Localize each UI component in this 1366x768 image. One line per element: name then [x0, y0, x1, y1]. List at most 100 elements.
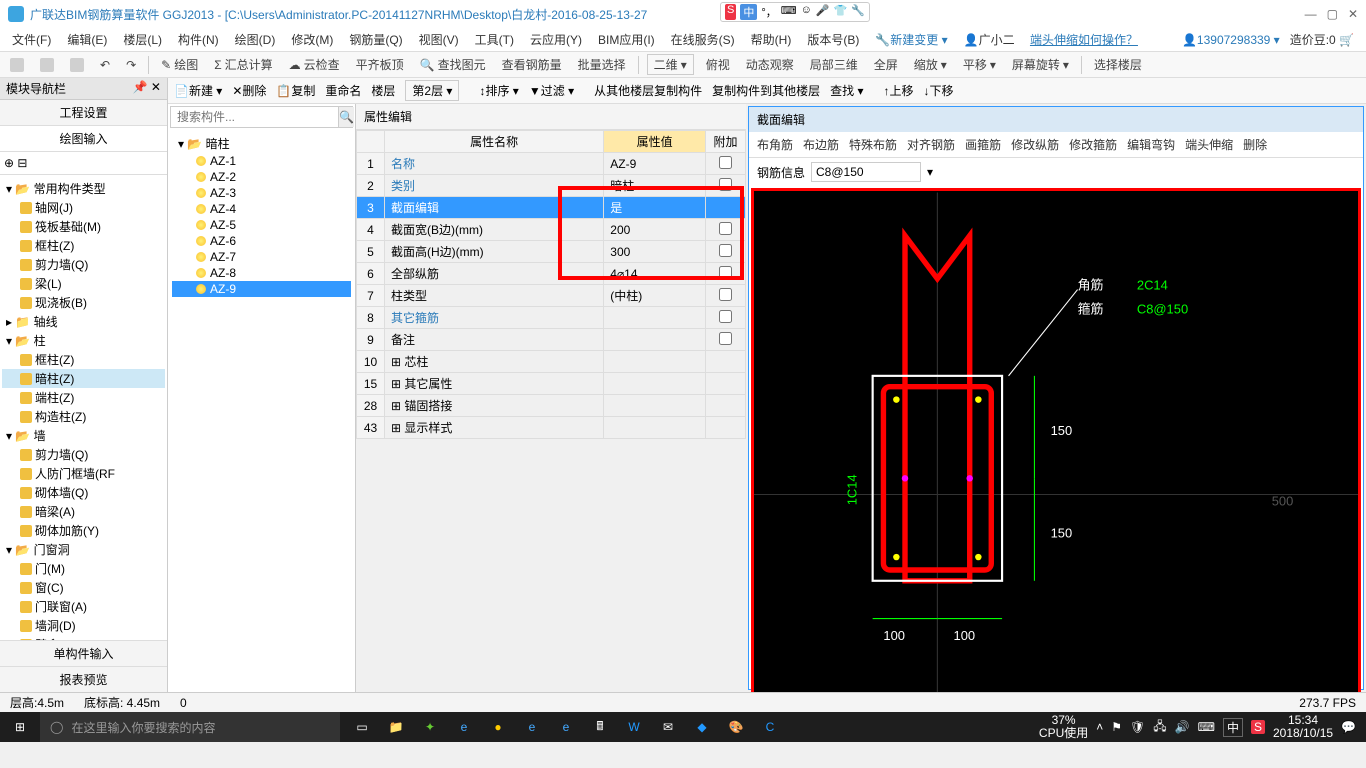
nav-tab-draw[interactable]: 绘图输入 — [0, 126, 167, 152]
section-tab[interactable]: 修改纵筋 — [1011, 136, 1059, 153]
save-button[interactable] — [66, 57, 88, 73]
app-360-icon[interactable]: ✦ — [414, 712, 446, 742]
tray-sogou-icon[interactable]: S — [1251, 720, 1265, 734]
nav-node[interactable]: 剪力墙(Q) — [2, 445, 165, 464]
tray-ime[interactable]: 中 — [1223, 718, 1243, 737]
nav-node[interactable]: 窗(C) — [2, 578, 165, 597]
copy-comp-button[interactable]: 📋复制 — [276, 82, 315, 99]
prop-row[interactable]: 4截面宽(B边)(mm)200 — [357, 219, 746, 241]
comp-item[interactable]: AZ-2 — [172, 169, 351, 185]
app-edge-icon[interactable]: e — [448, 712, 480, 742]
minimize-button[interactable]: — — [1305, 7, 1317, 21]
ime-emoji-icon[interactable]: ☺ — [801, 4, 812, 20]
comp-item[interactable]: AZ-6 — [172, 233, 351, 249]
prop-checkbox[interactable] — [719, 332, 732, 345]
maximize-button[interactable]: ▢ — [1327, 7, 1338, 21]
nav-tab-single[interactable]: 单构件输入 — [0, 640, 167, 666]
app-ie-icon[interactable]: e — [550, 712, 582, 742]
sum-button[interactable]: Σ 汇总计算 — [210, 55, 276, 74]
app-edge2-icon[interactable]: e — [516, 712, 548, 742]
prop-checkbox[interactable] — [719, 288, 732, 301]
prop-row[interactable]: 7柱类型(中柱) — [357, 285, 746, 307]
prop-row[interactable]: 6全部纵筋4⌀14 — [357, 263, 746, 285]
nav-node[interactable]: 构造柱(Z) — [2, 407, 165, 426]
menu-bim[interactable]: BIM应用(I) — [592, 29, 661, 50]
nav-tree[interactable]: ▾ 📂 常用构件类型 轴网(J) 筏板基础(M) 框柱(Z) 剪力墙(Q) 梁(… — [0, 175, 167, 640]
top-view-button[interactable]: 俯视 — [702, 55, 734, 74]
nav-node[interactable]: 轴网(J) — [2, 198, 165, 217]
nav-node[interactable]: ▾ 📂 墙 — [2, 426, 165, 445]
app-mail-icon[interactable]: ✉ — [652, 712, 684, 742]
section-tab[interactable]: 修改箍筋 — [1069, 136, 1117, 153]
menu-rebar[interactable]: 钢筋量(Q) — [343, 29, 408, 50]
prop-row[interactable]: 10⊞ 芯柱 — [357, 351, 746, 373]
2d-dropdown[interactable]: 二维 ▾ — [647, 54, 694, 75]
section-tab[interactable]: 画箍筋 — [965, 136, 1001, 153]
comp-item[interactable]: AZ-9 — [172, 281, 351, 297]
nav-node[interactable]: 墙洞(D) — [2, 616, 165, 635]
ime-skin-icon[interactable]: 👕 — [834, 4, 848, 20]
section-tab[interactable]: 端头伸缩 — [1185, 136, 1233, 153]
nav-pin-icon[interactable]: 📌 ✕ — [133, 80, 161, 97]
rename-comp-button[interactable]: 重命名 — [325, 82, 361, 99]
clock[interactable]: 15:34 2018/10/15 — [1273, 714, 1333, 740]
notifications-icon[interactable]: 💬 — [1341, 720, 1356, 734]
prop-row[interactable]: 28⊞ 锚固搭接 — [357, 395, 746, 417]
section-tab[interactable]: 对齐钢筋 — [907, 136, 955, 153]
batch-select-button[interactable]: 批量选择 — [574, 55, 630, 74]
section-tab[interactable]: 布边筋 — [803, 136, 839, 153]
menu-tools[interactable]: 工具(T) — [469, 29, 520, 50]
app-c-icon[interactable]: C — [754, 712, 786, 742]
nav-node[interactable]: ▸ 📁 轴线 — [2, 312, 165, 331]
new-file-button[interactable] — [6, 57, 28, 73]
prop-checkbox[interactable] — [719, 178, 732, 191]
account-label[interactable]: 👤13907298339 ▾ — [1182, 33, 1280, 47]
menu-component[interactable]: 构件(N) — [172, 29, 225, 50]
search-input[interactable] — [171, 107, 338, 127]
nav-node[interactable]: 框柱(Z) — [2, 236, 165, 255]
tray-vol-icon[interactable]: 🔊 — [1175, 720, 1190, 734]
nav-node[interactable]: 筏板基础(M) — [2, 217, 165, 236]
nav-tab-report[interactable]: 报表预览 — [0, 666, 167, 692]
assistant-button[interactable]: 👤广小二 — [958, 29, 1021, 50]
floor-dropdown[interactable]: 第2层 ▾ — [405, 80, 459, 101]
nav-node[interactable]: ▾ 📂 柱 — [2, 331, 165, 350]
comp-item[interactable]: AZ-4 — [172, 201, 351, 217]
new-comp-button[interactable]: 📄新建 ▾ — [174, 82, 222, 99]
nav-node[interactable]: 暗柱(Z) — [2, 369, 165, 388]
comp-item[interactable]: AZ-1 — [172, 153, 351, 169]
local-3d-button[interactable]: 局部三维 — [806, 55, 862, 74]
search-button[interactable]: 🔍 — [338, 107, 354, 127]
sort-button[interactable]: ↕排序 ▾ — [479, 82, 518, 99]
menu-modify[interactable]: 修改(M) — [285, 29, 339, 50]
filter-button[interactable]: ▼过滤 ▾ — [529, 82, 574, 99]
tray-flag-icon[interactable]: ⚑ — [1111, 720, 1122, 734]
section-canvas[interactable]: 500 150 150 — [751, 188, 1361, 692]
select-floor-button[interactable]: 选择楼层 — [1090, 55, 1146, 74]
app-calc-icon[interactable]: 🖩 — [584, 712, 616, 742]
prop-row[interactable]: 43⊞ 显示样式 — [357, 417, 746, 439]
nav-node[interactable]: 剪力墙(Q) — [2, 255, 165, 274]
new-change-button[interactable]: 🔧新建变更 ▾ — [869, 29, 953, 50]
align-top-button[interactable]: 平齐板顶 — [352, 55, 408, 74]
app-word-icon[interactable]: W — [618, 712, 650, 742]
nav-node[interactable]: 砌体墙(Q) — [2, 483, 165, 502]
copy-from-floor-button[interactable]: 从其他楼层复制构件 — [594, 82, 702, 99]
move-down-button[interactable]: ↓下移 — [924, 82, 954, 99]
cloud-check-button[interactable]: ☁云检查 — [285, 55, 344, 74]
prop-checkbox[interactable] — [719, 266, 732, 279]
app-browser-icon[interactable]: ● — [482, 712, 514, 742]
prop-row[interactable]: 8其它箍筋 — [357, 307, 746, 329]
task-view-icon[interactable]: ▭ — [346, 712, 378, 742]
prop-row[interactable]: 1名称AZ-9 — [357, 153, 746, 175]
redo-button[interactable]: ↷ — [122, 57, 140, 73]
menu-version[interactable]: 版本号(B) — [801, 29, 865, 50]
comp-root[interactable]: ▾ 📂 暗柱 — [172, 134, 351, 153]
prop-checkbox[interactable] — [719, 244, 732, 257]
nav-node[interactable]: ▾ 📂 常用构件类型 — [2, 179, 165, 198]
nav-node[interactable]: 门(M) — [2, 559, 165, 578]
prop-checkbox[interactable] — [719, 222, 732, 235]
comp-item[interactable]: AZ-7 — [172, 249, 351, 265]
nav-node[interactable]: 现浇板(B) — [2, 293, 165, 312]
rebar-info-input[interactable] — [811, 162, 921, 182]
